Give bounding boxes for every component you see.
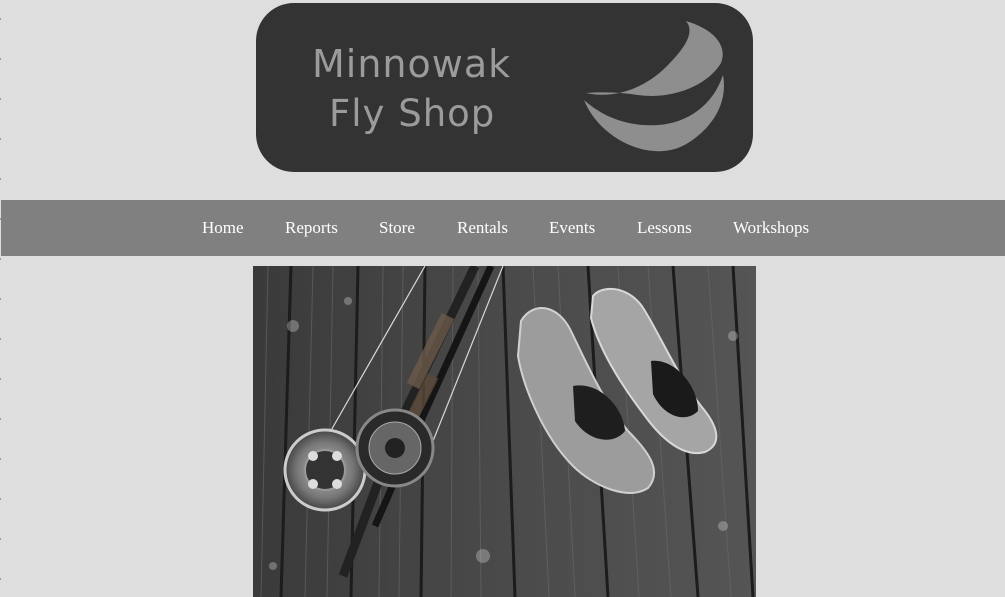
nav-item-lessons[interactable]: Lessons (637, 218, 692, 238)
nav-list: Home Reports Store Rentals Events Lesson… (1, 200, 1005, 256)
nav-item-workshops[interactable]: Workshops (733, 218, 809, 238)
nav-item-reports[interactable]: Reports (285, 218, 338, 238)
logo-name-line1: Minnowak (312, 42, 512, 86)
nav-item-store[interactable]: Store (379, 218, 415, 238)
nav-item-home[interactable]: Home (202, 218, 244, 238)
hero-image (253, 266, 756, 597)
fly-reel-1 (283, 428, 367, 512)
fly-reel-2 (355, 408, 435, 488)
shop-logo[interactable]: Minnowak Fly Shop (256, 3, 753, 172)
wave-logo-icon (584, 21, 724, 152)
main-navigation: Home Reports Store Rentals Events Lesson… (1, 200, 1005, 256)
nav-item-rentals[interactable]: Rentals (457, 218, 508, 238)
page: Minnowak Fly Shop Home Reports Store Ren… (0, 0, 1005, 597)
hero-photo (253, 266, 756, 597)
left-edge-marks (0, 0, 1, 597)
nav-item-events[interactable]: Events (549, 218, 595, 238)
logo-name-line2: Fly Shop (329, 92, 496, 135)
